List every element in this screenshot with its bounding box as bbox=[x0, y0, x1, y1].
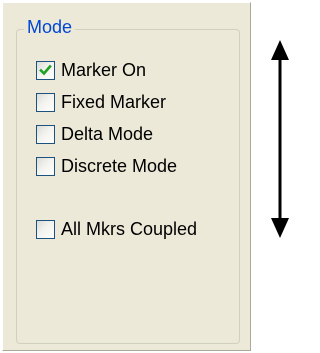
checkbox-box[interactable] bbox=[36, 60, 55, 80]
delta-mode-checkbox[interactable]: Delta Mode bbox=[36, 123, 153, 145]
checkbox-box[interactable] bbox=[36, 156, 55, 176]
checkbox-box[interactable] bbox=[36, 219, 55, 239]
double-headed-vertical-arrow-icon bbox=[271, 40, 289, 238]
checkmark-icon bbox=[39, 64, 52, 75]
checkbox-label: Marker On bbox=[61, 59, 147, 80]
checkbox-label: Discrete Mode bbox=[61, 155, 178, 176]
checkbox-box[interactable] bbox=[36, 124, 55, 144]
marker-on-checkbox[interactable]: Marker On bbox=[36, 59, 146, 81]
checkbox-box[interactable] bbox=[36, 92, 55, 112]
mode-group-title: Mode bbox=[24, 16, 76, 38]
mode-panel: Mode Marker On Fixed Marker Delta Mode D… bbox=[2, 2, 251, 351]
checkbox-label: Delta Mode bbox=[61, 123, 154, 144]
discrete-mode-checkbox[interactable]: Discrete Mode bbox=[36, 155, 177, 177]
fixed-marker-checkbox[interactable]: Fixed Marker bbox=[36, 91, 166, 113]
checkbox-label: All Mkrs Coupled bbox=[61, 218, 198, 239]
all-mkrs-coupled-checkbox[interactable]: All Mkrs Coupled bbox=[36, 218, 197, 240]
checkbox-label: Fixed Marker bbox=[61, 91, 167, 112]
